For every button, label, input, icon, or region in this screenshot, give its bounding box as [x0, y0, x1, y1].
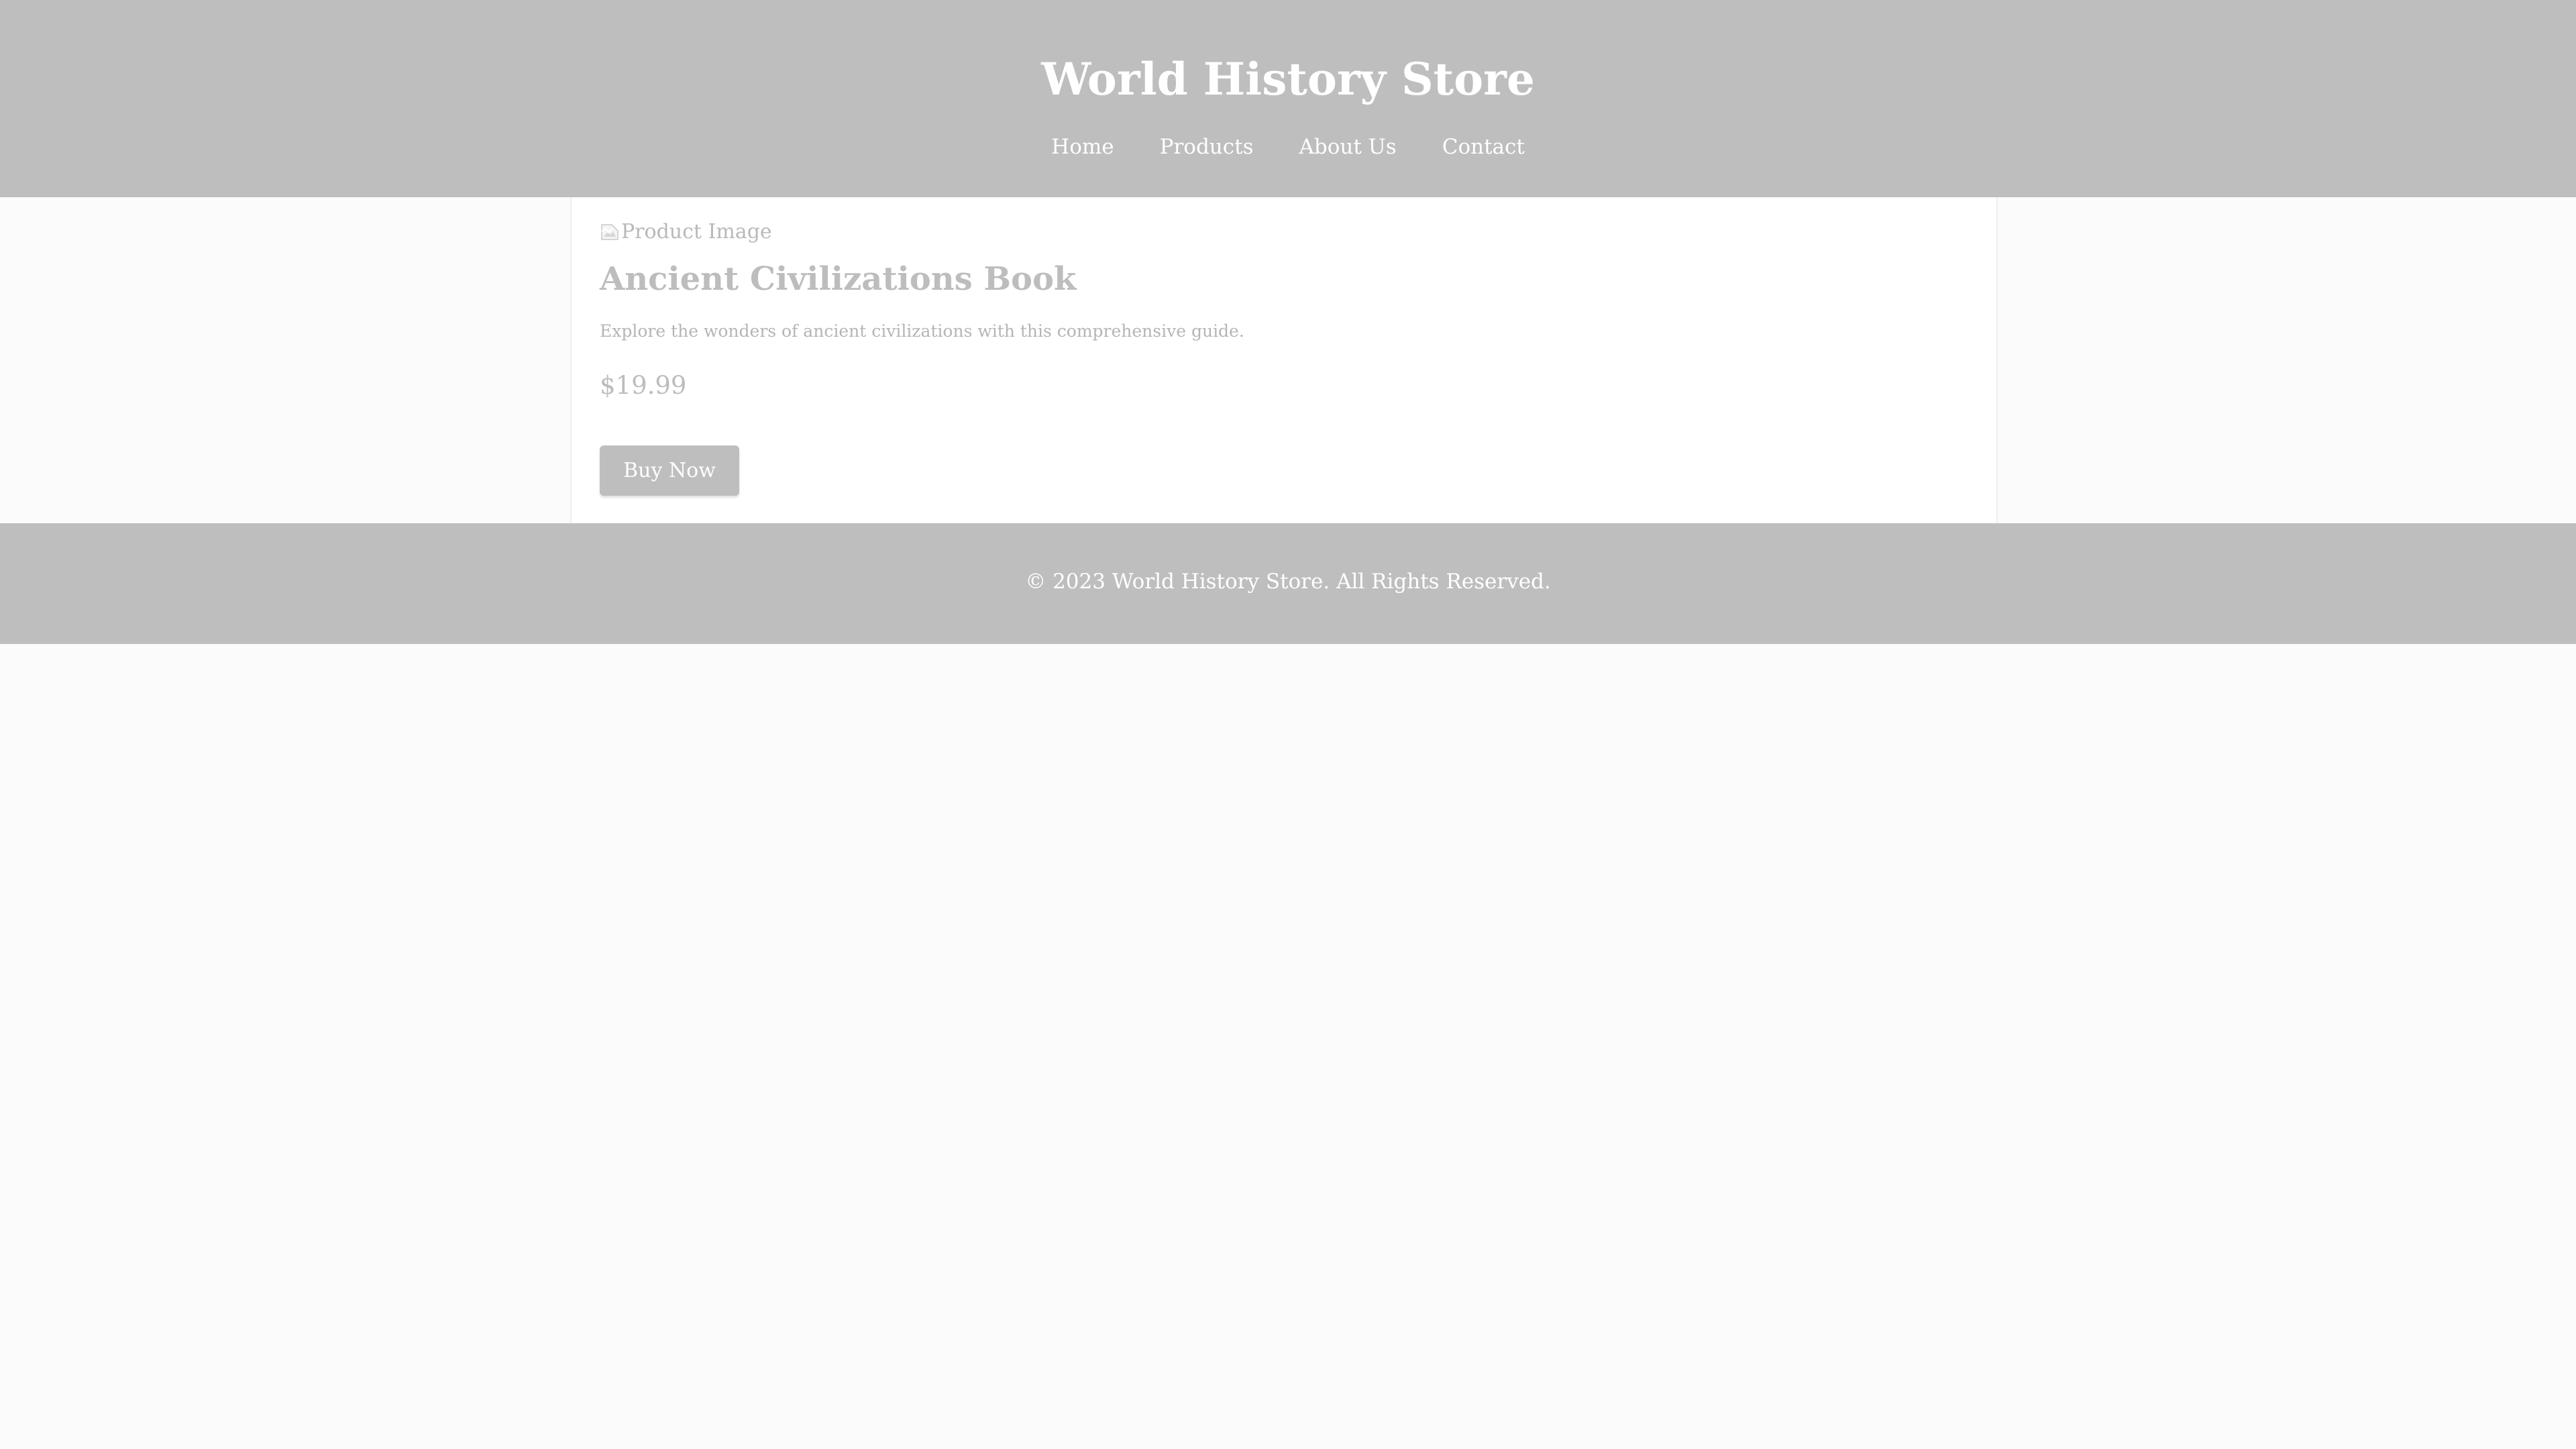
nav-link-home[interactable]: Home — [1051, 130, 1114, 164]
site-footer: © 2023 World History Store. All Rights R… — [0, 523, 2576, 644]
site-title: World History Store — [1041, 53, 1535, 105]
product-description: Explore the wonders of ancient civilizat… — [600, 321, 1244, 341]
site-header: World History Store Home Products About … — [0, 0, 2576, 197]
buy-now-button[interactable]: Buy Now — [600, 445, 739, 496]
product-card: Product Image Ancient Civilizations Book… — [570, 197, 1998, 523]
product-image-alt-text: Product Image — [621, 220, 772, 244]
nav-link-contact[interactable]: Contact — [1442, 130, 1525, 164]
nav-link-products[interactable]: Products — [1160, 130, 1254, 164]
broken-image-icon — [600, 222, 620, 242]
nav-link-about-us[interactable]: About Us — [1299, 130, 1397, 164]
product-name: Ancient Civilizations Book — [600, 260, 1077, 298]
main-nav: Home Products About Us Contact — [0, 130, 2576, 164]
footer-copyright: © 2023 World History Store. All Rights R… — [1025, 570, 1551, 594]
product-price: $19.99 — [600, 371, 687, 400]
product-image: Product Image — [600, 219, 772, 246]
